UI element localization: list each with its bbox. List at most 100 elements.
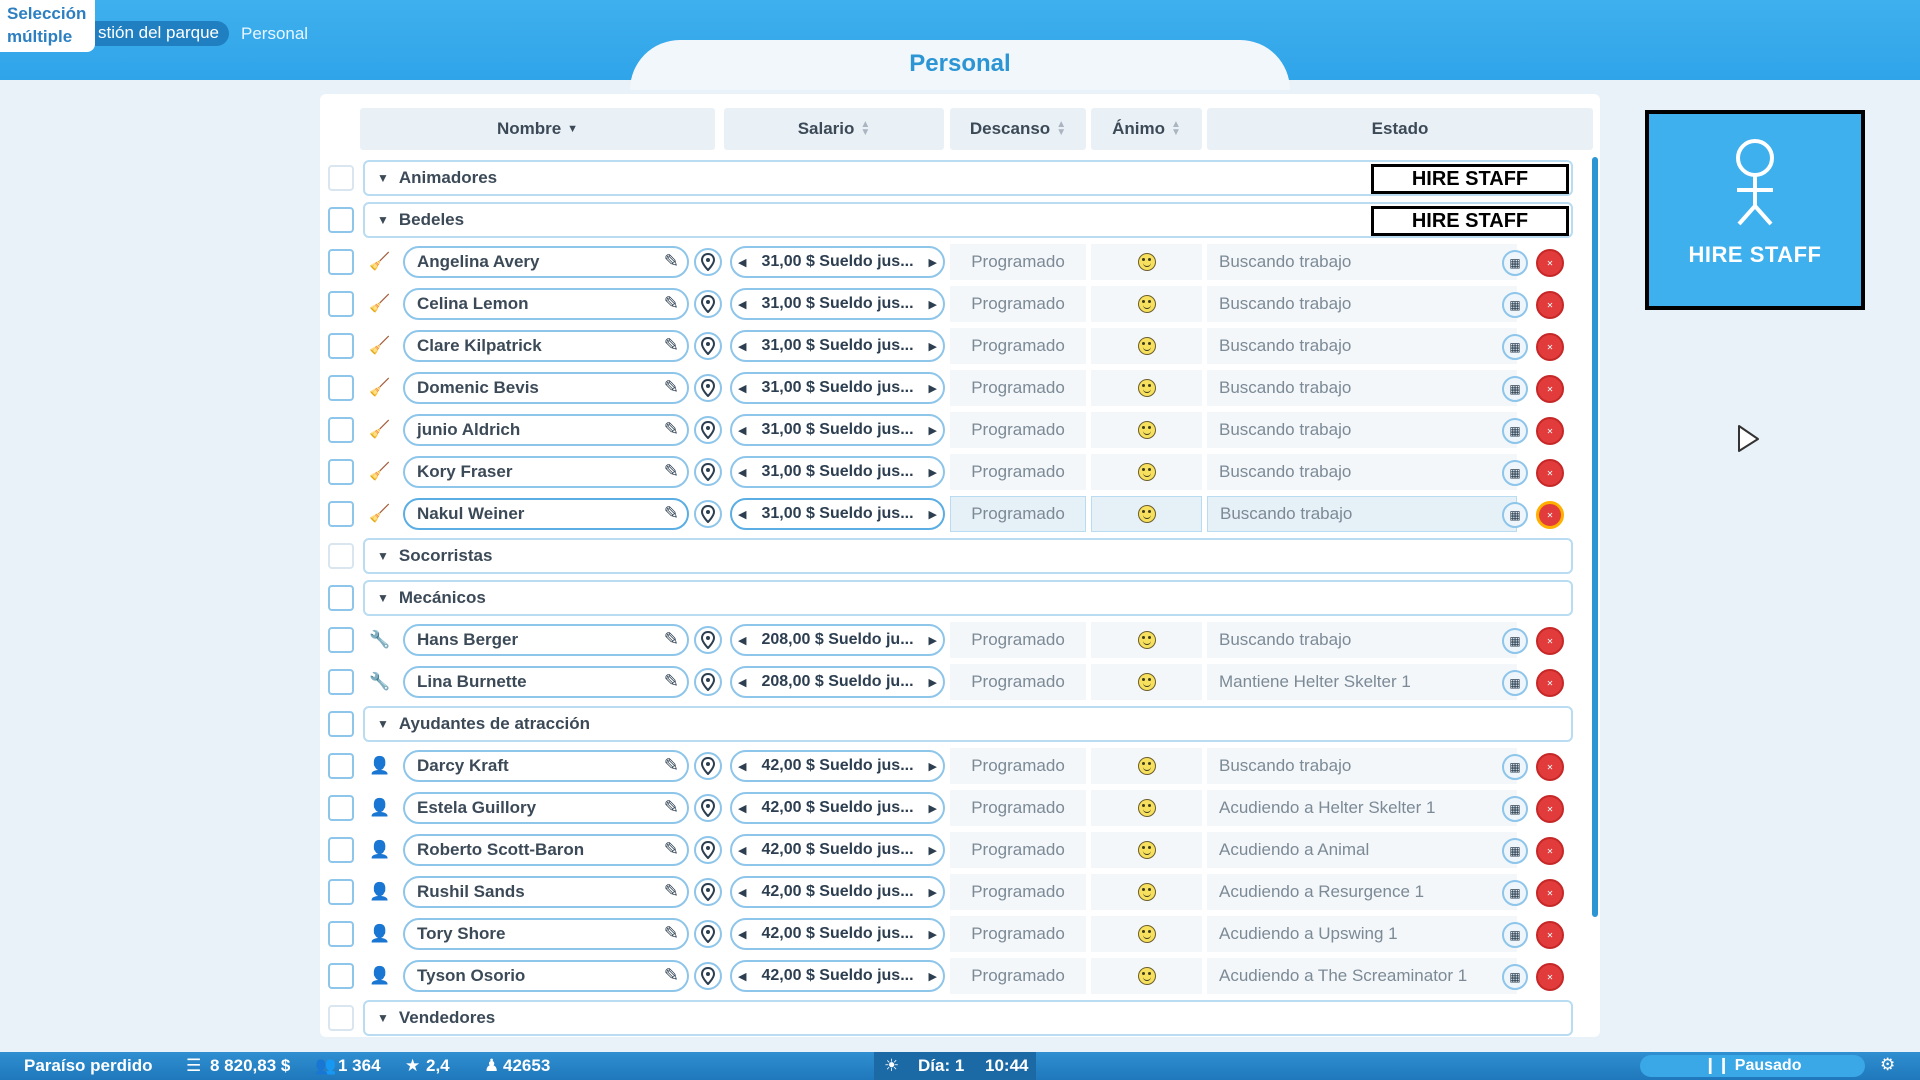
rest-value[interactable]: Programado xyxy=(950,496,1086,532)
salary-decrease-icon[interactable]: ◀ xyxy=(738,634,746,647)
schedule-icon[interactable]: ▦ xyxy=(1502,838,1528,864)
pencil-icon[interactable]: ✎ xyxy=(664,335,679,356)
fire-staff-icon[interactable]: ✕ xyxy=(1536,837,1564,865)
salary-stepper[interactable]: ◀ 31,00 $ Sueldo jus... ▶ xyxy=(730,498,945,530)
locate-pin-icon[interactable] xyxy=(694,374,722,402)
schedule-icon[interactable]: ▦ xyxy=(1502,964,1528,990)
staff-row[interactable]: 👤 Roberto Scott-Baron ✎ ◀ 42,00 $ Sueldo jus… xyxy=(320,829,1600,871)
pencil-icon[interactable]: ✎ xyxy=(664,629,679,650)
staff-row[interactable]: 👤 Estela Guillory ✎ ◀ 42,00 $ Sueldo jus... ▶… xyxy=(320,787,1600,829)
schedule-icon[interactable]: ▦ xyxy=(1502,460,1528,486)
staff-row[interactable]: 👤 Tyson Osorio ✎ ◀ 42,00 $ Sueldo jus... ▶ Pro… xyxy=(320,955,1600,997)
fire-staff-icon[interactable]: ✕ xyxy=(1536,333,1564,361)
locate-pin-icon[interactable] xyxy=(694,332,722,360)
locate-pin-icon[interactable] xyxy=(694,962,722,990)
fire-staff-icon[interactable]: ✕ xyxy=(1536,627,1564,655)
staff-name-field[interactable]: Celina Lemon ✎ xyxy=(403,288,689,320)
salary-stepper[interactable]: ◀ 31,00 $ Sueldo jus... ▶ xyxy=(730,246,945,278)
fire-staff-icon[interactable]: ✕ xyxy=(1536,753,1564,781)
schedule-icon[interactable]: ▦ xyxy=(1502,628,1528,654)
locate-pin-icon[interactable] xyxy=(694,500,722,528)
salary-increase-icon[interactable]: ▶ xyxy=(929,970,937,983)
group-checkbox[interactable] xyxy=(328,1005,354,1031)
staff-row[interactable]: 👤 Rushil Sands ✎ ◀ 42,00 $ Sueldo jus... ▶ Pro… xyxy=(320,871,1600,913)
locate-pin-icon[interactable] xyxy=(694,416,722,444)
pencil-icon[interactable]: ✎ xyxy=(664,797,679,818)
salary-decrease-icon[interactable]: ◀ xyxy=(738,508,746,521)
group-header[interactable]: ▼ Mecánicos xyxy=(363,580,1573,616)
hire-staff-tag[interactable]: HIRE STAFF xyxy=(1371,164,1569,194)
staff-checkbox[interactable] xyxy=(328,753,354,779)
locate-pin-icon[interactable] xyxy=(694,248,722,276)
group-checkbox[interactable] xyxy=(328,207,354,233)
staff-row[interactable]: 🧹 Domenic Bevis ✎ ◀ 31,00 $ Sueldo jus... ▶ Pr… xyxy=(320,367,1600,409)
collapse-triangle-icon[interactable]: ▼ xyxy=(377,213,389,227)
staff-row[interactable]: 🧹 Celina Lemon ✎ ◀ 31,00 $ Sueldo jus... ▶ Pro… xyxy=(320,283,1600,325)
salary-decrease-icon[interactable]: ◀ xyxy=(738,382,746,395)
staff-checkbox[interactable] xyxy=(328,963,354,989)
group-header[interactable]: ▼ Vendedores xyxy=(363,1000,1573,1036)
group-header[interactable]: ▼ Ayudantes de atracción xyxy=(363,706,1573,742)
staff-checkbox[interactable] xyxy=(328,459,354,485)
salary-increase-icon[interactable]: ▶ xyxy=(929,844,937,857)
collapse-triangle-icon[interactable]: ▼ xyxy=(377,591,389,605)
schedule-icon[interactable]: ▦ xyxy=(1502,670,1528,696)
locate-pin-icon[interactable] xyxy=(694,290,722,318)
locate-pin-icon[interactable] xyxy=(694,752,722,780)
salary-decrease-icon[interactable]: ◀ xyxy=(738,802,746,815)
locate-pin-icon[interactable] xyxy=(694,626,722,654)
staff-checkbox[interactable] xyxy=(328,375,354,401)
salary-decrease-icon[interactable]: ◀ xyxy=(738,298,746,311)
locate-pin-icon[interactable] xyxy=(694,794,722,822)
staff-name-field[interactable]: Lina Burnette ✎ xyxy=(403,666,689,698)
fire-staff-icon[interactable]: ✕ xyxy=(1536,963,1564,991)
salary-stepper[interactable]: ◀ 42,00 $ Sueldo jus... ▶ xyxy=(730,918,945,950)
collapse-triangle-icon[interactable]: ▼ xyxy=(377,1011,389,1025)
fire-staff-icon[interactable]: ✕ xyxy=(1536,501,1564,529)
scrollbar[interactable] xyxy=(1592,157,1598,917)
hire-staff-button[interactable]: HIRE STAFF xyxy=(1645,110,1865,310)
salary-decrease-icon[interactable]: ◀ xyxy=(738,886,746,899)
salary-stepper[interactable]: ◀ 31,00 $ Sueldo jus... ▶ xyxy=(730,414,945,446)
schedule-icon[interactable]: ▦ xyxy=(1502,922,1528,948)
staff-name-field[interactable]: Rushil Sands ✎ xyxy=(403,876,689,908)
staff-row[interactable]: 🧹 Kory Fraser ✎ ◀ 31,00 $ Sueldo jus... ▶ Prog… xyxy=(320,451,1600,493)
staff-name-field[interactable]: Clare Kilpatrick ✎ xyxy=(403,330,689,362)
schedule-icon[interactable]: ▦ xyxy=(1502,796,1528,822)
staff-checkbox[interactable] xyxy=(328,879,354,905)
schedule-icon[interactable]: ▦ xyxy=(1502,376,1528,402)
salary-increase-icon[interactable]: ▶ xyxy=(929,634,937,647)
staff-name-field[interactable]: Domenic Bevis ✎ xyxy=(403,372,689,404)
fire-staff-icon[interactable]: ✕ xyxy=(1536,921,1564,949)
salary-stepper[interactable]: ◀ 42,00 $ Sueldo jus... ▶ xyxy=(730,876,945,908)
salary-stepper[interactable]: ◀ 31,00 $ Sueldo jus... ▶ xyxy=(730,372,945,404)
staff-row[interactable]: 🧹 Nakul Weiner ✎ ◀ 31,00 $ Sueldo jus... ▶ Pro… xyxy=(320,493,1600,535)
salary-increase-icon[interactable]: ▶ xyxy=(929,256,937,269)
pencil-icon[interactable]: ✎ xyxy=(664,251,679,272)
schedule-icon[interactable]: ▦ xyxy=(1502,754,1528,780)
salary-decrease-icon[interactable]: ◀ xyxy=(738,676,746,689)
staff-checkbox[interactable] xyxy=(328,627,354,653)
salary-increase-icon[interactable]: ▶ xyxy=(929,508,937,521)
group-checkbox[interactable] xyxy=(328,165,354,191)
salary-decrease-icon[interactable]: ◀ xyxy=(738,928,746,941)
locate-pin-icon[interactable] xyxy=(694,836,722,864)
group-header[interactable]: ▼ Socorristas xyxy=(363,538,1573,574)
multi-select-button[interactable]: Selección múltiple xyxy=(0,0,95,52)
staff-name-field[interactable]: Roberto Scott-Baron ✎ xyxy=(403,834,689,866)
hire-staff-tag[interactable]: HIRE STAFF xyxy=(1371,206,1569,236)
salary-stepper[interactable]: ◀ 31,00 $ Sueldo jus... ▶ xyxy=(730,456,945,488)
pencil-icon[interactable]: ✎ xyxy=(664,461,679,482)
fire-staff-icon[interactable]: ✕ xyxy=(1536,375,1564,403)
salary-stepper[interactable]: ◀ 208,00 $ Sueldo ju... ▶ xyxy=(730,624,945,656)
fire-staff-icon[interactable]: ✕ xyxy=(1536,417,1564,445)
salary-increase-icon[interactable]: ▶ xyxy=(929,340,937,353)
salary-stepper[interactable]: ◀ 31,00 $ Sueldo jus... ▶ xyxy=(730,288,945,320)
staff-checkbox[interactable] xyxy=(328,249,354,275)
salary-stepper[interactable]: ◀ 42,00 $ Sueldo jus... ▶ xyxy=(730,750,945,782)
staff-checkbox[interactable] xyxy=(328,921,354,947)
locate-pin-icon[interactable] xyxy=(694,458,722,486)
staff-row[interactable]: 🔧 Hans Berger ✎ ◀ 208,00 $ Sueldo ju... ▶ Prog… xyxy=(320,619,1600,661)
salary-stepper[interactable]: ◀ 208,00 $ Sueldo ju... ▶ xyxy=(730,666,945,698)
staff-row[interactable]: 👤 Darcy Kraft ✎ ◀ 42,00 $ Sueldo jus... ▶ Prog… xyxy=(320,745,1600,787)
